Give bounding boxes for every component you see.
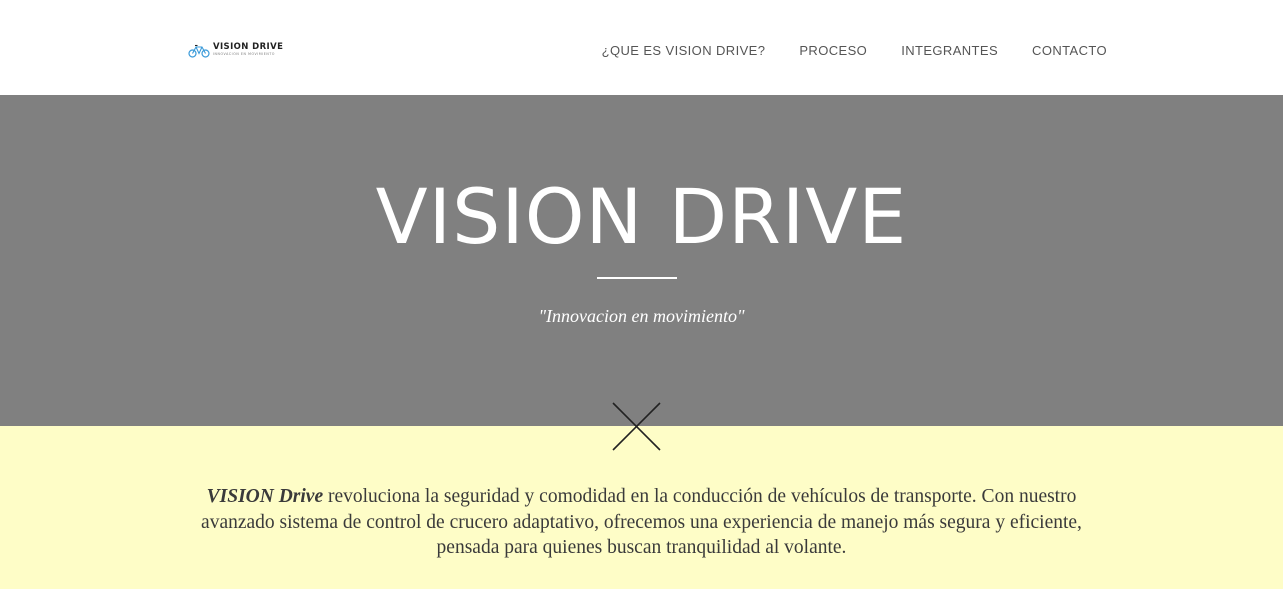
main-nav: ¿QUE ES VISION DRIVE? PROCESO INTEGRANTE… <box>602 43 1107 58</box>
hero-title: VISION DRIVE <box>375 172 908 261</box>
about-text: revoluciona la seguridad y comodidad en … <box>201 486 1082 558</box>
logo-text: VISION DRIVE INNOVACION EN MOVIMIENTO <box>213 43 283 56</box>
close-icon[interactable] <box>612 402 661 451</box>
site-header: VISION DRIVE INNOVACION EN MOVIMIENTO ¿Q… <box>0 0 1283 95</box>
hero-section: VISION DRIVE "Innovacion en movimiento" <box>0 95 1283 426</box>
hero-divider <box>597 277 677 279</box>
hero-subtitle: "Innovacion en movimiento" <box>538 306 745 326</box>
about-paragraph: VISION Drive revoluciona la seguridad y … <box>183 484 1100 561</box>
nav-item-que-es[interactable]: ¿QUE ES VISION DRIVE? <box>602 43 766 58</box>
nav-item-contacto[interactable]: CONTACTO <box>1032 43 1107 58</box>
site-logo[interactable]: VISION DRIVE INNOVACION EN MOVIMIENTO <box>188 43 283 59</box>
logo-tagline: INNOVACION EN MOVIMIENTO <box>213 51 276 56</box>
bicycle-car-icon <box>188 44 210 58</box>
about-brand: VISION Drive <box>206 486 324 507</box>
nav-item-integrantes[interactable]: INTEGRANTES <box>901 43 998 58</box>
nav-item-proceso[interactable]: PROCESO <box>799 43 867 58</box>
logo-name: VISION DRIVE <box>213 42 284 52</box>
